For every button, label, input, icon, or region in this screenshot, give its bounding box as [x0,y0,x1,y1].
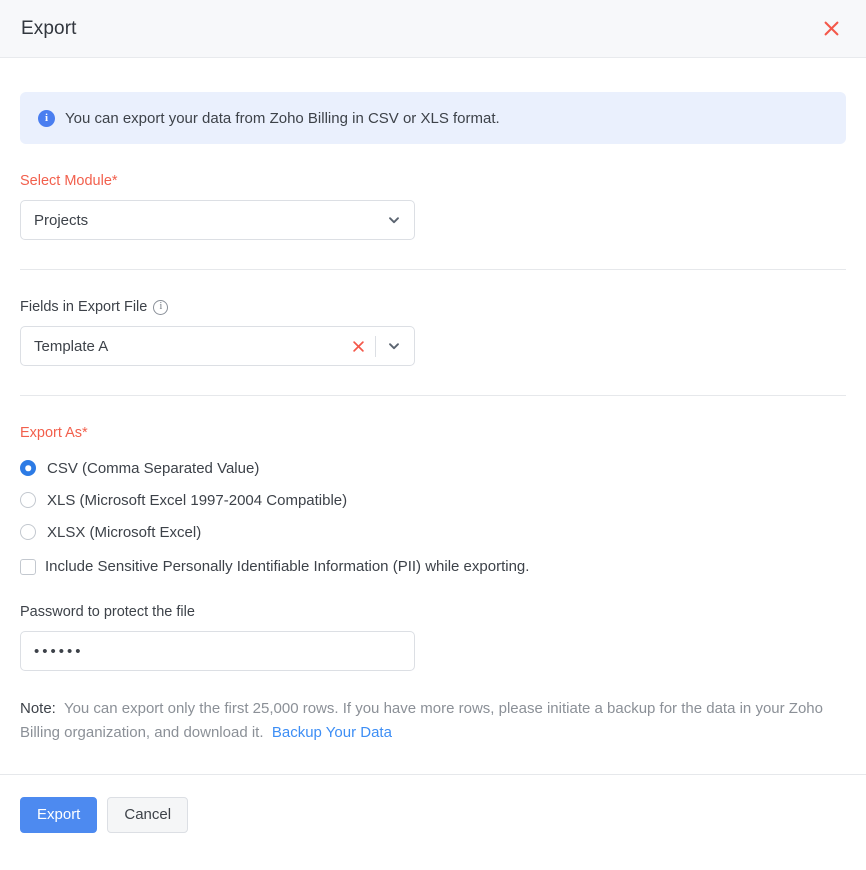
close-button[interactable] [818,16,844,42]
fields-in-export-label-text: Fields in Export File [20,299,148,315]
chevron-down-icon [386,212,402,228]
fields-in-export-value: Template A [34,337,109,355]
password-input[interactable]: •••••• [20,631,415,671]
password-group: Password to protect the file •••••• [20,604,846,671]
modal-footer: Export Cancel [0,775,866,833]
info-circle-filled-icon: i [38,109,55,127]
info-banner: i You can export your data from Zoho Bil… [20,92,846,144]
radio-option-xlsx-label: XLSX (Microsoft Excel) [47,523,202,541]
select-module-group: Select Module* Projects [20,144,846,240]
fields-in-export-group: Fields in Export File i Template A [20,270,846,366]
fields-in-export-dropdown[interactable]: Template A [20,326,415,366]
note-block: Note: You can export only the first 25,0… [20,697,840,746]
export-as-group: Export As* CSV (Comma Separated Value) X… [20,396,846,575]
radio-option-csv-label: CSV (Comma Separated Value) [47,459,260,477]
page-title: Export [21,17,77,39]
checkbox-unchecked-icon [20,558,36,575]
chevron-down-icon [386,338,402,354]
select-module-value: Projects [34,211,89,229]
password-label: Password to protect the file [20,604,195,620]
modal-header: Export [0,0,866,58]
radio-option-xlsx[interactable]: XLSX (Microsoft Excel) [20,516,846,548]
select-module-dropdown[interactable]: Projects [20,200,415,240]
note-prefix: Note: [20,700,56,717]
radio-option-xls[interactable]: XLS (Microsoft Excel 1997-2004 Compatibl… [20,484,846,516]
radio-option-csv[interactable]: CSV (Comma Separated Value) [20,452,846,484]
close-icon [823,20,840,37]
info-banner-text: You can export your data from Zoho Billi… [65,109,500,127]
info-circle-outline-icon[interactable]: i [153,299,169,315]
field-divider [375,335,376,357]
fields-in-export-label: Fields in Export File i [20,299,846,315]
pii-checkbox-label: Include Sensitive Personally Identifiabl… [45,558,530,575]
radio-selected-icon [20,460,36,476]
radio-option-xls-label: XLS (Microsoft Excel 1997-2004 Compatibl… [47,491,348,509]
cancel-button[interactable]: Cancel [107,796,189,833]
pii-checkbox-row[interactable]: Include Sensitive Personally Identifiabl… [20,558,846,575]
radio-unselected-icon [20,524,36,540]
select-module-label: Select Module* [20,173,118,189]
clear-x-icon[interactable] [349,337,367,355]
export-as-label: Export As* [20,425,88,441]
note-text: You can export only the first 25,000 row… [20,700,823,742]
backup-your-data-link[interactable]: Backup Your Data [272,724,392,741]
radio-unselected-icon [20,492,36,508]
export-as-radio-list: CSV (Comma Separated Value) XLS (Microso… [20,452,846,548]
export-button[interactable]: Export [20,796,98,833]
modal-body: i You can export your data from Zoho Bil… [0,92,866,746]
